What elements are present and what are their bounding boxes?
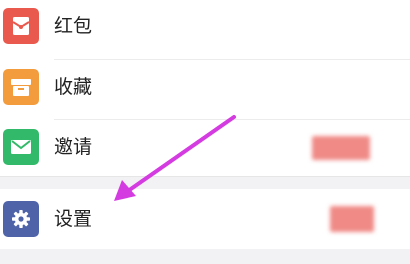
menu-item-label: 红包 [54,15,93,37]
mail-icon [3,129,39,165]
menu-item-red-packet[interactable]: 红包 [0,0,410,57]
menu-item-label: 设置 [54,208,93,230]
menu-item-settings[interactable]: 设置 [0,189,410,249]
menu-item-favorites[interactable]: 收藏 [0,58,410,118]
menu-item-label: 收藏 [54,76,93,98]
blurred-value [312,136,370,160]
blurred-value [330,206,374,232]
section-edge [0,176,410,177]
menu-group-main: 红包 收藏 邀请 [0,0,410,176]
gear-icon [3,201,39,237]
menu-item-invite[interactable]: 邀请 [0,118,410,178]
red-packet-icon [3,8,39,44]
menu-item-label: 邀请 [54,136,93,158]
favorites-box-icon [3,69,39,105]
menu-group-settings: 设置 [0,189,410,249]
